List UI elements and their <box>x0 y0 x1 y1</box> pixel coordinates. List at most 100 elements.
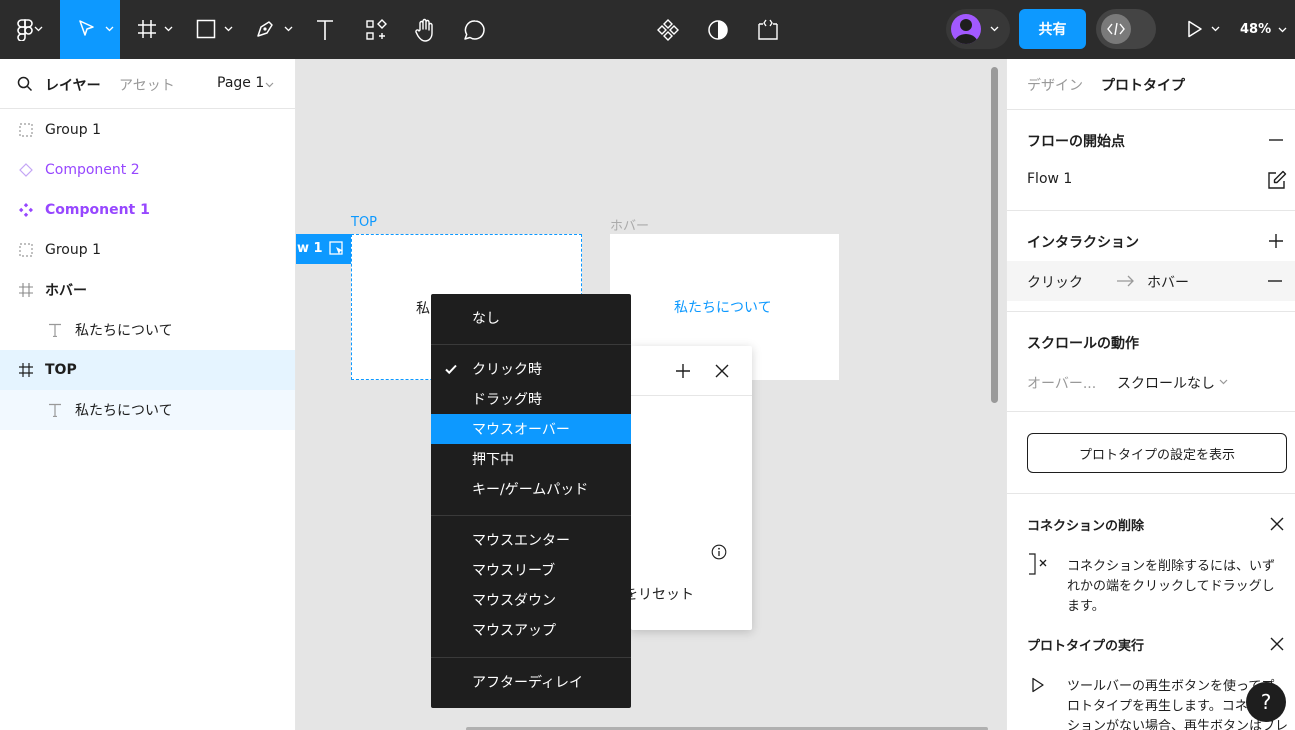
arrow-right-icon <box>1117 275 1134 287</box>
frame-hover-label[interactable]: ホバー <box>610 215 649 234</box>
layer-row[interactable]: 私たちについて <box>0 390 295 430</box>
help-button[interactable]: ? <box>1246 682 1286 722</box>
main-menu-button[interactable] <box>0 0 50 59</box>
chevron-down-icon <box>164 26 173 32</box>
pen-tool-button[interactable] <box>250 0 300 59</box>
canvas[interactable]: TOP ホバー w 1 私 私たちについて をリセット なし クリック時 ドラッ… <box>296 59 1006 730</box>
interaction-trigger: クリック <box>1027 275 1083 291</box>
divider <box>1007 411 1295 412</box>
layer-row-selected[interactable]: TOP <box>0 350 295 390</box>
edit-icon[interactable] <box>1267 170 1287 190</box>
dev-mode-toggle[interactable] <box>1096 9 1156 49</box>
divider <box>1007 210 1295 211</box>
move-tool-button[interactable] <box>60 0 120 59</box>
delete-connection-text: コネクションを削除するには、いず <box>1067 559 1276 574</box>
page-selector[interactable]: Page 1 <box>217 75 264 91</box>
pen-icon <box>257 21 273 37</box>
layer-row[interactable]: Group 1 <box>0 110 295 150</box>
menu-item-label: なし <box>472 311 500 327</box>
search-icon[interactable] <box>17 76 33 92</box>
interaction-target: ホバー <box>1147 275 1189 291</box>
user-menu[interactable] <box>946 9 1010 49</box>
layer-row[interactable]: 私たちについて <box>0 310 295 350</box>
disconnect-icon <box>1029 553 1047 575</box>
layer-row[interactable]: Group 1 <box>0 230 295 270</box>
menu-item[interactable]: 押下中 <box>431 444 631 474</box>
scroll-value[interactable]: スクロールなし <box>1117 373 1215 393</box>
menu-item-label: マウスリーブ <box>472 563 556 579</box>
menu-item[interactable]: マウスリーブ <box>431 555 631 585</box>
figma-logo-icon <box>17 18 33 41</box>
play-icon <box>1032 677 1044 693</box>
info-icon[interactable] <box>711 544 727 560</box>
minus-icon[interactable] <box>1268 280 1282 282</box>
tab-prototype[interactable]: プロトタイプ <box>1101 75 1185 95</box>
resources-button[interactable] <box>360 0 392 59</box>
instance-icon <box>18 162 34 178</box>
menu-item-label: マウスアップ <box>472 623 556 639</box>
interaction-row[interactable]: クリック ホバー <box>1007 261 1295 301</box>
menu-item-label: アフターディレイ <box>472 675 584 691</box>
interaction-title: インタラクション <box>1027 235 1139 251</box>
share-button[interactable]: 共有 <box>1019 9 1086 49</box>
present-button[interactable] <box>1180 0 1225 59</box>
menu-item-label: キー/ゲームパッド <box>472 482 589 498</box>
layers-panel: レイヤー アセット Page 1 Group 1 Component 2 Com… <box>0 59 296 730</box>
group-icon <box>18 122 34 138</box>
menu-item-label: マウスオーバー <box>472 422 570 438</box>
minus-icon[interactable] <box>1269 139 1283 141</box>
plus-icon[interactable] <box>676 364 690 378</box>
close-icon[interactable] <box>1270 637 1284 651</box>
crop-button[interactable] <box>752 0 784 59</box>
menu-item[interactable]: ドラッグ時 <box>431 384 631 414</box>
mask-button[interactable] <box>702 0 734 59</box>
menu-item[interactable]: キー/ゲームパッド <box>431 474 631 504</box>
menu-item[interactable]: なし <box>431 303 631 333</box>
flow-tag-label: w 1 <box>297 241 323 256</box>
tab-layers[interactable]: レイヤー <box>45 75 101 95</box>
delete-connection-text: れかの端をクリックしてドラッグし <box>1067 579 1275 594</box>
close-icon[interactable] <box>1270 517 1284 531</box>
layer-row[interactable]: Component 2 <box>0 150 295 190</box>
menu-separator <box>431 515 631 516</box>
frame-code-icon <box>758 19 778 40</box>
scroll-overflow-label[interactable]: オーバー... <box>1027 373 1096 393</box>
frame-top-label[interactable]: TOP <box>351 215 377 230</box>
flow-start-tag[interactable]: w 1 <box>296 234 351 264</box>
layer-row[interactable]: Component 1 <box>0 190 295 230</box>
menu-item[interactable]: アフターディレイ <box>431 667 631 697</box>
dev-mode-knob <box>1101 14 1131 44</box>
text-tool-button[interactable] <box>310 0 340 59</box>
shape-tool-button[interactable] <box>190 0 240 59</box>
menu-item[interactable]: マウスアップ <box>431 615 631 645</box>
frame-tool-button[interactable] <box>130 0 180 59</box>
layer-row[interactable]: ホバー <box>0 270 295 310</box>
menu-item-label: マウスエンター <box>472 533 570 549</box>
menu-item-highlighted[interactable]: マウスオーバー <box>431 414 631 444</box>
zoom-menu[interactable]: 48% <box>1240 0 1287 59</box>
menu-item[interactable]: マウスエンター <box>431 525 631 555</box>
tab-assets[interactable]: アセット <box>119 75 175 95</box>
menu-item-label: ドラッグ時 <box>472 392 542 408</box>
menu-item-checked[interactable]: クリック時 <box>431 354 631 384</box>
component-button[interactable] <box>652 0 684 59</box>
plus-icon[interactable] <box>1269 234 1283 248</box>
run-prototype-text: ツールバーの再生ボタンを使ってプ <box>1067 679 1275 694</box>
hand-tool-button[interactable] <box>408 0 442 59</box>
zoom-value: 48% <box>1240 22 1272 37</box>
close-icon[interactable] <box>715 364 729 378</box>
prototype-settings-button[interactable]: プロトタイプの設定を表示 <box>1027 433 1287 473</box>
flow-name[interactable]: Flow 1 <box>1027 171 1072 187</box>
vertical-scrollbar[interactable] <box>991 67 998 403</box>
interaction-popover: をリセット <box>624 346 752 630</box>
comment-tool-button[interactable] <box>458 0 492 59</box>
rectangle-icon <box>196 19 216 39</box>
component-icon <box>18 202 34 218</box>
flow-start-title: フローの開始点 <box>1027 134 1125 150</box>
comment-icon <box>464 19 485 40</box>
tab-design[interactable]: デザイン <box>1027 75 1083 95</box>
contrast-icon <box>708 19 728 40</box>
menu-item[interactable]: マウスダウン <box>431 585 631 615</box>
toolbar: 共有 48% <box>0 0 1295 59</box>
popover-reset-text[interactable]: をリセット <box>624 584 694 604</box>
